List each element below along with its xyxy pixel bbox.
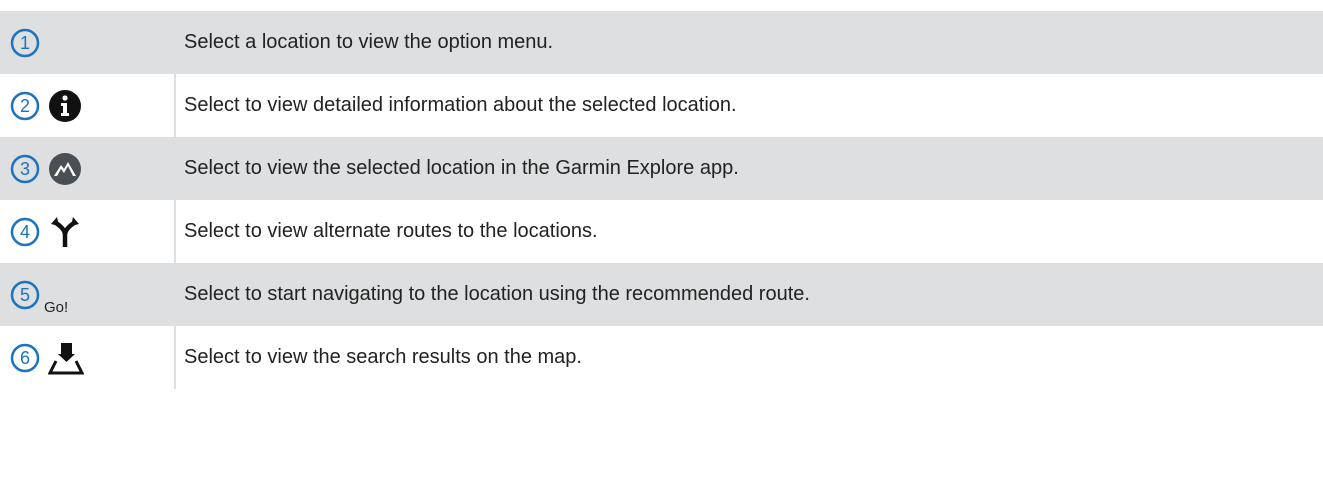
number-4-callout-icon: 4 <box>10 217 40 246</box>
icon-cell: 6 <box>0 326 176 389</box>
map-results-icon <box>48 342 84 374</box>
number-1-callout-icon: 1 <box>10 28 40 57</box>
number-5-callout-icon: 5 <box>10 280 40 309</box>
icon-cell: 1 <box>0 11 176 74</box>
legend-row-1: 1 Select a location to view the option m… <box>0 11 1323 74</box>
legend-row-4: 4 Select to view alternate routes to the… <box>0 200 1323 263</box>
number-3-callout-icon: 3 <box>10 154 40 183</box>
row-description: Select to view detailed information abou… <box>184 94 737 116</box>
row-description: Select to view the search results on the… <box>184 346 582 368</box>
icon-cell: 4 <box>0 200 176 263</box>
svg-text:5: 5 <box>20 285 30 305</box>
legend-row-3: 3 Select to view the selected location i… <box>0 137 1323 200</box>
row-description: Select a location to view the option men… <box>184 31 554 53</box>
legend-row-5: 5 Go! Select to start navigating to the … <box>0 263 1323 326</box>
legend-row-2: 2 Select to view detailed information ab… <box>0 74 1323 137</box>
number-2-callout-icon: 2 <box>10 91 40 120</box>
row-description: Select to view alternate routes to the l… <box>184 220 598 242</box>
icon-cell: 2 <box>0 74 176 137</box>
garmin-explore-mountain-icon <box>49 152 81 185</box>
svg-text:1: 1 <box>20 33 30 53</box>
svg-text:4: 4 <box>20 222 30 242</box>
icon-cell: 3 <box>0 137 176 200</box>
svg-text:6: 6 <box>20 348 30 368</box>
svg-text:2: 2 <box>20 96 30 116</box>
row-description: Select to start navigating to the locati… <box>184 283 810 305</box>
icon-cell: 5 Go! <box>0 263 176 326</box>
go-label: Go! <box>44 299 69 316</box>
legend-table: 1 Select a location to view the option m… <box>0 11 1323 389</box>
svg-text:3: 3 <box>20 159 30 179</box>
legend-row-6: 6 Select to view the search results on t… <box>0 326 1323 389</box>
route-fork-icon <box>51 216 79 247</box>
info-icon <box>49 89 81 122</box>
row-description: Select to view the selected location in … <box>184 157 739 179</box>
number-6-callout-icon: 6 <box>10 343 40 372</box>
